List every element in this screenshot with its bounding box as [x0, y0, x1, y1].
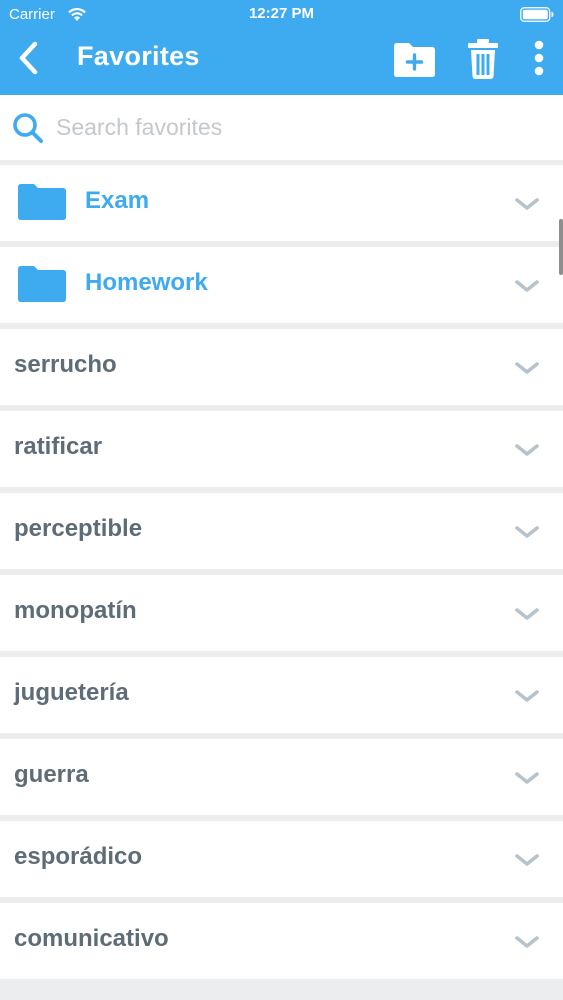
word-label: ratificar	[14, 433, 103, 460]
chevron-down-icon[interactable]	[514, 196, 540, 212]
folder-item-homework[interactable]: Homework	[0, 247, 563, 323]
new-folder-button[interactable]	[391, 36, 439, 80]
word-label: comunicativo	[14, 925, 169, 952]
chevron-down-icon[interactable]	[514, 278, 540, 294]
chevron-down-icon[interactable]	[514, 360, 540, 376]
word-label: serrucho	[14, 351, 117, 378]
word-item[interactable]: juguetería	[0, 657, 563, 733]
folder-icon	[18, 184, 66, 220]
folder-label: Exam	[85, 187, 150, 214]
navigation-bar: Favorites	[0, 30, 563, 95]
word-item[interactable]: esporádico	[0, 821, 563, 897]
word-label: juguetería	[14, 679, 129, 706]
word-item[interactable]: serrucho	[0, 329, 563, 405]
word-item[interactable]: guerra	[0, 739, 563, 815]
scroll-indicator[interactable]	[559, 219, 563, 275]
chevron-down-icon[interactable]	[514, 688, 540, 704]
word-label: esporádico	[14, 843, 143, 870]
chevron-down-icon[interactable]	[514, 852, 540, 868]
word-label: guerra	[14, 761, 89, 788]
chevron-down-icon[interactable]	[514, 934, 540, 950]
word-label: perceptible	[14, 515, 143, 542]
status-time: 12:27 PM	[248, 5, 315, 22]
word-item[interactable]: comunicativo	[0, 903, 563, 979]
chevron-down-icon[interactable]	[514, 606, 540, 622]
folder-label: Homework	[85, 269, 208, 296]
new-folder-icon	[394, 43, 435, 77]
search-bar	[0, 95, 563, 160]
folder-icon	[18, 266, 66, 302]
word-label: monopatín	[14, 597, 137, 624]
chevron-down-icon[interactable]	[514, 770, 540, 786]
word-item[interactable]: perceptible	[0, 493, 563, 569]
word-item[interactable]: ratificar	[0, 411, 563, 487]
chevron-down-icon[interactable]	[514, 442, 540, 458]
status-bar: Carrier 12:27 PM	[0, 0, 563, 30]
trash-icon	[468, 39, 498, 79]
page-title: Favorites	[77, 41, 200, 71]
chevron-left-icon	[19, 41, 38, 75]
more-vertical-icon	[534, 40, 544, 76]
search-input[interactable]	[56, 109, 536, 145]
delete-button[interactable]	[463, 36, 503, 80]
back-button[interactable]	[10, 38, 50, 78]
more-options-button[interactable]	[524, 36, 554, 80]
app-header: Carrier 12:27 PM Favorites	[0, 0, 563, 95]
battery-icon	[520, 7, 554, 22]
chevron-down-icon[interactable]	[514, 524, 540, 540]
word-item[interactable]: monopatín	[0, 575, 563, 651]
folder-item-exam[interactable]: Exam	[0, 165, 563, 241]
search-icon	[13, 113, 43, 143]
